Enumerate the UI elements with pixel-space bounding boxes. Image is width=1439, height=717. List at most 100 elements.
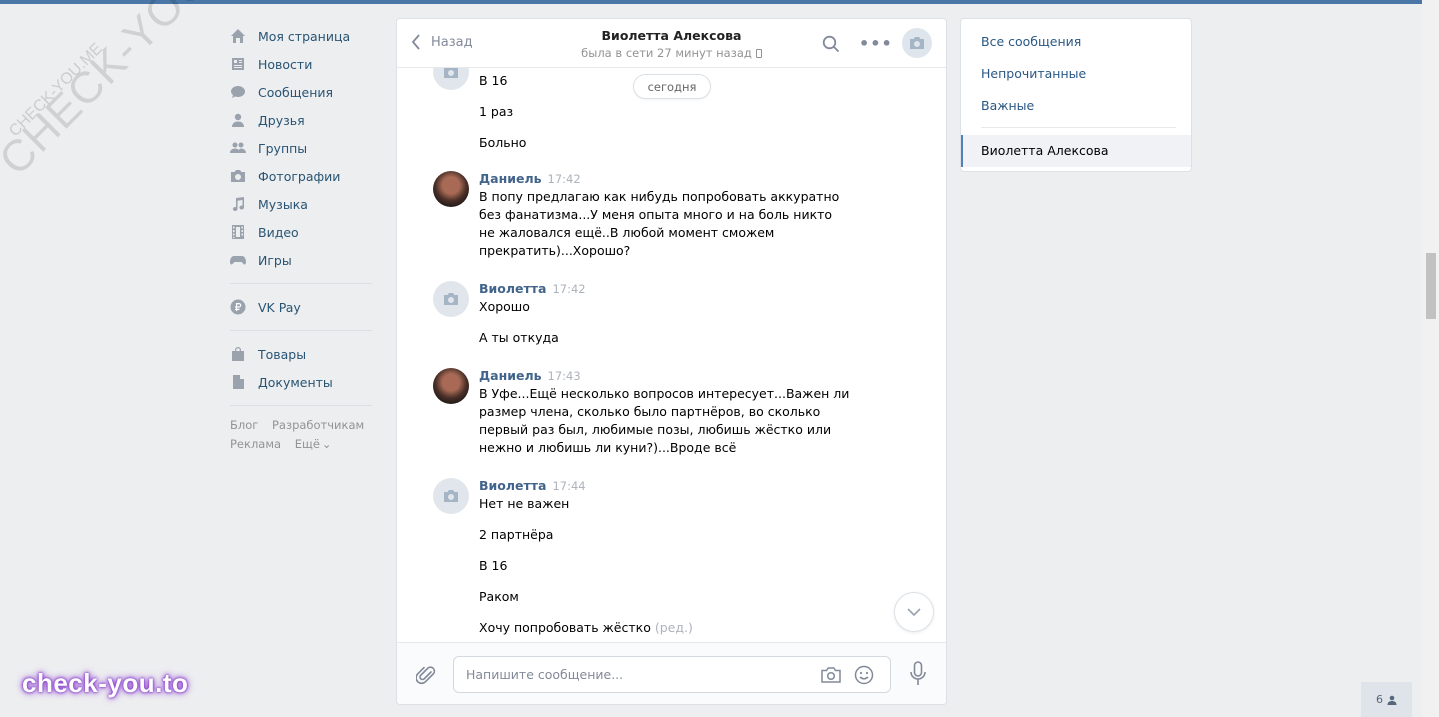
nav-label: Товары (258, 346, 307, 362)
top-bar (0, 0, 1422, 4)
person-icon (1387, 695, 1397, 705)
nav-label: Музыка (258, 196, 308, 212)
message-author[interactable]: Виолетта 17:42 (479, 281, 879, 298)
message-text: В 16 (479, 558, 508, 573)
camera-icon (444, 490, 458, 502)
nav-label: Видео (258, 224, 299, 240)
page-scrollbar[interactable] (1422, 0, 1439, 717)
message-author[interactable]: Даниель 17:43 (479, 368, 879, 385)
music-icon (230, 196, 246, 212)
nav-item-friends[interactable]: Друзья (230, 106, 380, 134)
watermark-bottom: check-you.to (22, 668, 189, 698)
nav-label: Сообщения (258, 84, 334, 100)
composer (397, 642, 946, 704)
online-friends-badge[interactable]: 6 (1361, 682, 1412, 717)
selected-conversation-label: Виолетта Алексова (981, 143, 1109, 158)
message-input-wrapper (453, 656, 891, 693)
goods-icon (230, 346, 246, 362)
footer-ads-link[interactable]: Реклама (230, 437, 281, 451)
author-name: Виолетта (479, 281, 547, 296)
nav-item-documents[interactable]: Документы (230, 368, 380, 396)
scroll-down-button[interactable] (894, 592, 934, 632)
date-divider: сегодня (633, 74, 711, 99)
author-name: Виолетта (479, 478, 547, 493)
message-author[interactable]: Виолетта 17:44 (479, 478, 879, 495)
nav-item-photos[interactable]: Фотографии (230, 162, 380, 190)
filter-unread[interactable]: Непрочитанные (981, 66, 1086, 81)
search-icon[interactable] (822, 35, 840, 56)
footer-blog-link[interactable]: Блог (230, 418, 258, 432)
footer-dev-link[interactable]: Разработчикам (272, 418, 364, 432)
camera-icon (444, 293, 458, 305)
nav-label: Группы (258, 140, 308, 156)
nav-label: Друзья (258, 112, 305, 128)
home-icon (230, 28, 246, 44)
message-text-content: Хочу попробовать жёстко (479, 620, 651, 635)
filter-important[interactable]: Важные (981, 98, 1034, 113)
avatar[interactable] (433, 281, 469, 317)
selected-conversation[interactable]: Виолетта Алексова (961, 135, 1191, 167)
nav-item-groups[interactable]: Группы (230, 134, 380, 162)
status-text: была в сети 27 минут назад (581, 46, 752, 60)
message-input[interactable] (466, 657, 806, 692)
friends-icon (230, 112, 246, 128)
news-icon (230, 56, 246, 72)
nav-item-vkpay[interactable]: VK Pay (230, 293, 380, 321)
nav-item-my-page[interactable]: Моя страница (230, 22, 380, 50)
message-time: 17:42 (552, 282, 586, 296)
chevron-down-icon (907, 608, 921, 616)
message-body: Даниель 17:42 В попу предлагаю как нибудь… (479, 171, 879, 260)
footer-more-link[interactable]: Ещё ⌄ (295, 437, 332, 451)
avatar[interactable] (433, 171, 469, 207)
message-text: Больно (479, 135, 527, 150)
message-text: А ты откуда (479, 330, 559, 345)
online-count: 6 (1376, 693, 1383, 706)
smile-icon[interactable] (854, 665, 874, 688)
nav-item-games[interactable]: Игры (230, 246, 380, 274)
message-time: 17:43 (547, 369, 581, 383)
watermark-small: CHECK-YOU.ME (6, 39, 107, 141)
camera-icon (444, 68, 458, 78)
author-name: Даниель (479, 368, 542, 383)
avatar[interactable] (433, 478, 469, 514)
nav-item-video[interactable]: Видео (230, 218, 380, 246)
avatar[interactable] (433, 368, 469, 404)
avatar[interactable] (433, 68, 469, 90)
message-body: Виолетта 17:42 Хорошо А ты откуда (479, 281, 879, 347)
message-text: Раком (479, 589, 519, 604)
message-text: Хорошо (479, 299, 530, 314)
filter-all-messages[interactable]: Все сообщения (981, 34, 1081, 49)
nav-label: Игры (258, 252, 292, 268)
chevron-down-icon: ⌄ (321, 437, 332, 451)
nav-item-goods[interactable]: Товары (230, 340, 380, 368)
message-text: В попу предлагаю как нибудь попробовать … (479, 189, 840, 258)
left-nav: Моя страница Новости Сообщения Друзья Гр… (230, 22, 380, 454)
camera-icon[interactable] (820, 666, 842, 687)
more-icon[interactable]: ••• (859, 34, 893, 53)
message-text: 1 раз (479, 104, 514, 119)
message-text: В Уфе...Ещё несколько вопросов интересуе… (479, 386, 850, 455)
paperclip-icon[interactable] (415, 664, 436, 689)
photos-icon (230, 168, 246, 184)
author-name: Даниель (479, 171, 542, 186)
nav-label: Документы (258, 374, 333, 390)
message-author[interactable]: Даниель 17:42 (479, 171, 879, 188)
nav-label: Фотографии (258, 168, 341, 184)
message-text: Хочу попробовать жёстко (ред.) (479, 619, 879, 637)
chat-header: Назад Виолетта Алексова была в сети 27 м… (397, 19, 946, 68)
documents-icon (230, 374, 246, 390)
nav-label: Моя страница (258, 28, 351, 44)
nav-item-music[interactable]: Музыка (230, 190, 380, 218)
message-text: Нет не важен (479, 496, 570, 511)
chat-avatar[interactable] (902, 28, 932, 58)
games-icon (230, 252, 246, 268)
nav-separator (230, 283, 372, 284)
camera-icon (910, 37, 924, 49)
microphone-icon[interactable] (908, 661, 928, 690)
scrollbar-thumb[interactable] (1426, 253, 1436, 319)
footer-more-label: Ещё (294, 437, 320, 451)
message-body: Виолетта 17:44 Нет не важен 2 партнёра В … (479, 478, 879, 637)
message-list[interactable]: сегодня В 16 1 раз Больно Даниель 17:42 В… (397, 68, 946, 642)
nav-item-news[interactable]: Новости (230, 50, 380, 78)
nav-item-messages[interactable]: Сообщения (230, 78, 380, 106)
